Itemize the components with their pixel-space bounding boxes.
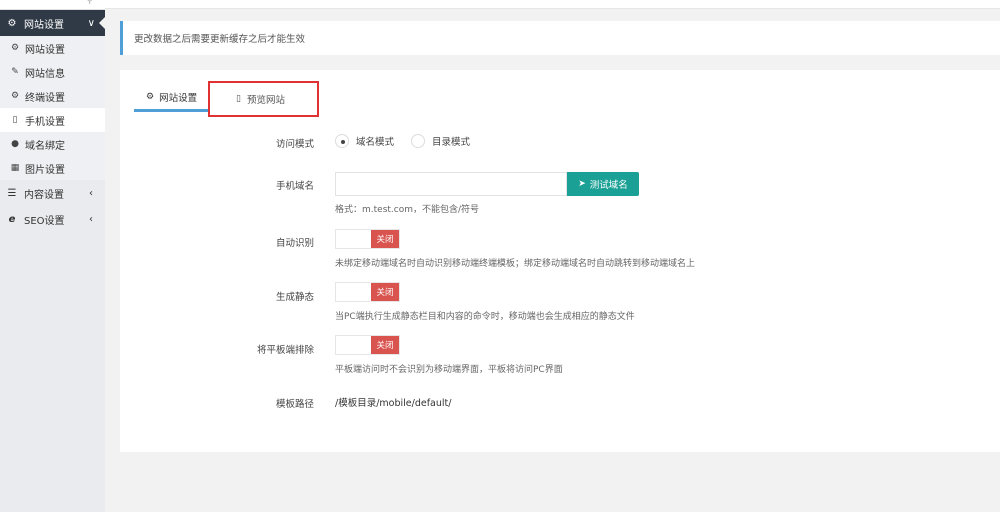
- sidebar: ⚲ ⚙ 网站设置 ∨ ⚙ 网站设置 ✎ 网站信息 ⚙ 终端设置 ▯ 手机设置 ●…: [0, 0, 105, 512]
- radio-circle: [335, 134, 349, 148]
- submenu-website-settings: ⚙ 网站设置 ✎ 网站信息 ⚙ 终端设置 ▯ 手机设置 ● 域名绑定 ▦ 图片设…: [0, 36, 105, 180]
- switch-knob: [336, 283, 371, 301]
- sidebar-item-label: 手机设置: [25, 116, 65, 128]
- radio-circle: [411, 134, 425, 148]
- edit-icon: ✎: [11, 67, 19, 77]
- menu-group-label: 内容设置: [24, 189, 64, 201]
- menu-group-label: 网站设置: [24, 19, 64, 31]
- exclude-tablet-help: 平板端访问时不会识别为移动端界面，平板将访问PC界面: [335, 365, 563, 375]
- chevron-left-icon: ‹: [89, 213, 93, 225]
- notice-banner: 更改数据之后需要更新缓存之后才能生效: [120, 21, 1000, 55]
- template-path-value: /模板目录/mobile/default/: [335, 398, 452, 409]
- tab-website-settings[interactable]: ⚙ 网站设置: [134, 84, 210, 112]
- gear-icon: ⚙: [146, 91, 155, 102]
- exclude-tablet-label: 将平板端排除: [256, 345, 314, 356]
- button-label: 测试域名: [589, 180, 628, 191]
- radio-label: 目录模式: [432, 137, 471, 148]
- switch-state: 关闭: [371, 230, 399, 248]
- tab-label: 预览网站: [246, 95, 285, 106]
- search-icon[interactable]: ⚲: [86, 0, 93, 6]
- ie-icon: e: [8, 213, 16, 225]
- send-icon: ➤: [578, 179, 586, 189]
- template-path-label: 模板路径: [275, 399, 314, 410]
- switch-state: 关闭: [371, 336, 399, 354]
- generate-static-label: 生成静态: [275, 292, 314, 303]
- gears-icon: ⚙: [10, 91, 20, 101]
- test-domain-button[interactable]: ➤ 测试域名: [567, 172, 639, 196]
- sidebar-item-domain-binding[interactable]: ● 域名绑定: [0, 132, 105, 156]
- chevron-left-icon: ‹: [89, 187, 93, 199]
- sidebar-item-website-info[interactable]: ✎ 网站信息: [0, 60, 105, 84]
- menu-group-content-settings[interactable]: ☰ 内容设置 ‹: [0, 180, 105, 206]
- generate-static-help: 当PC端执行生成静态栏目和内容的命令时，移动端也会生成相应的静态文件: [335, 312, 635, 322]
- list-icon: ☰: [7, 187, 17, 199]
- globe-icon: ●: [11, 139, 19, 149]
- mobile-icon: ▯: [236, 94, 241, 104]
- sidebar-search[interactable]: ⚲: [0, 0, 105, 10]
- switch-knob: [336, 230, 371, 248]
- radio-domain-mode[interactable]: 域名模式: [335, 134, 394, 148]
- mobile-domain-help: 格式：m.test.com，不能包含/符号: [335, 205, 480, 215]
- switch-state: 关闭: [371, 283, 399, 301]
- mobile-domain-label: 手机域名: [275, 181, 314, 192]
- mobile-icon: ▯: [12, 115, 18, 125]
- sidebar-item-image-settings[interactable]: ▦ 图片设置: [0, 156, 105, 180]
- menu-group-website-settings[interactable]: ⚙ 网站设置 ∨: [0, 10, 105, 36]
- tab-label: 网站设置: [159, 92, 198, 104]
- tab-bar: ⚙ 网站设置 ▯ 预览网站: [134, 81, 319, 117]
- generate-static-switch[interactable]: 关闭: [335, 282, 400, 302]
- access-mode-label: 访问模式: [275, 139, 314, 150]
- mobile-domain-input[interactable]: [335, 172, 567, 196]
- auto-detect-label: 自动识别: [275, 238, 314, 249]
- switch-knob: [336, 336, 371, 354]
- active-notch: [99, 17, 105, 29]
- sidebar-item-label: 网站设置: [25, 44, 65, 56]
- sidebar-item-label: 终端设置: [25, 92, 65, 104]
- sidebar-item-label: 域名绑定: [25, 140, 65, 152]
- notice-text: 更改数据之后需要更新缓存之后才能生效: [134, 34, 306, 45]
- settings-panel: ⚙ 网站设置 ▯ 预览网站 访问模式 域名模式 目录模式 手机域名 ➤ 测试域名…: [120, 70, 1000, 452]
- auto-detect-help: 未绑定移动端域名时自动识别移动端终端模板；绑定移动端域名时自动跳转到移动端域名上: [335, 259, 696, 269]
- radio-directory-mode[interactable]: 目录模式: [411, 134, 470, 148]
- exclude-tablet-switch[interactable]: 关闭: [335, 335, 400, 355]
- auto-detect-switch[interactable]: 关闭: [335, 229, 400, 249]
- sidebar-item-terminal-settings[interactable]: ⚙ 终端设置: [0, 84, 105, 108]
- chevron-down-icon: ∨: [87, 17, 95, 29]
- sidebar-item-label: 图片设置: [25, 164, 65, 176]
- sidebar-item-website-settings[interactable]: ⚙ 网站设置: [0, 36, 105, 60]
- radio-label: 域名模式: [356, 137, 395, 148]
- sidebar-item-mobile-settings[interactable]: ▯ 手机设置: [0, 108, 105, 132]
- sidebar-item-label: 网站信息: [25, 68, 65, 80]
- gear-icon: ⚙: [7, 17, 17, 29]
- menu-group-seo-settings[interactable]: e SEO设置 ‹: [0, 206, 105, 232]
- tab-preview-website[interactable]: ▯ 预览网站: [208, 81, 319, 117]
- gear-icon: ⚙: [10, 43, 20, 53]
- image-icon: ▦: [10, 163, 20, 173]
- top-bar: [105, 0, 1000, 9]
- menu-group-label: SEO设置: [24, 215, 65, 227]
